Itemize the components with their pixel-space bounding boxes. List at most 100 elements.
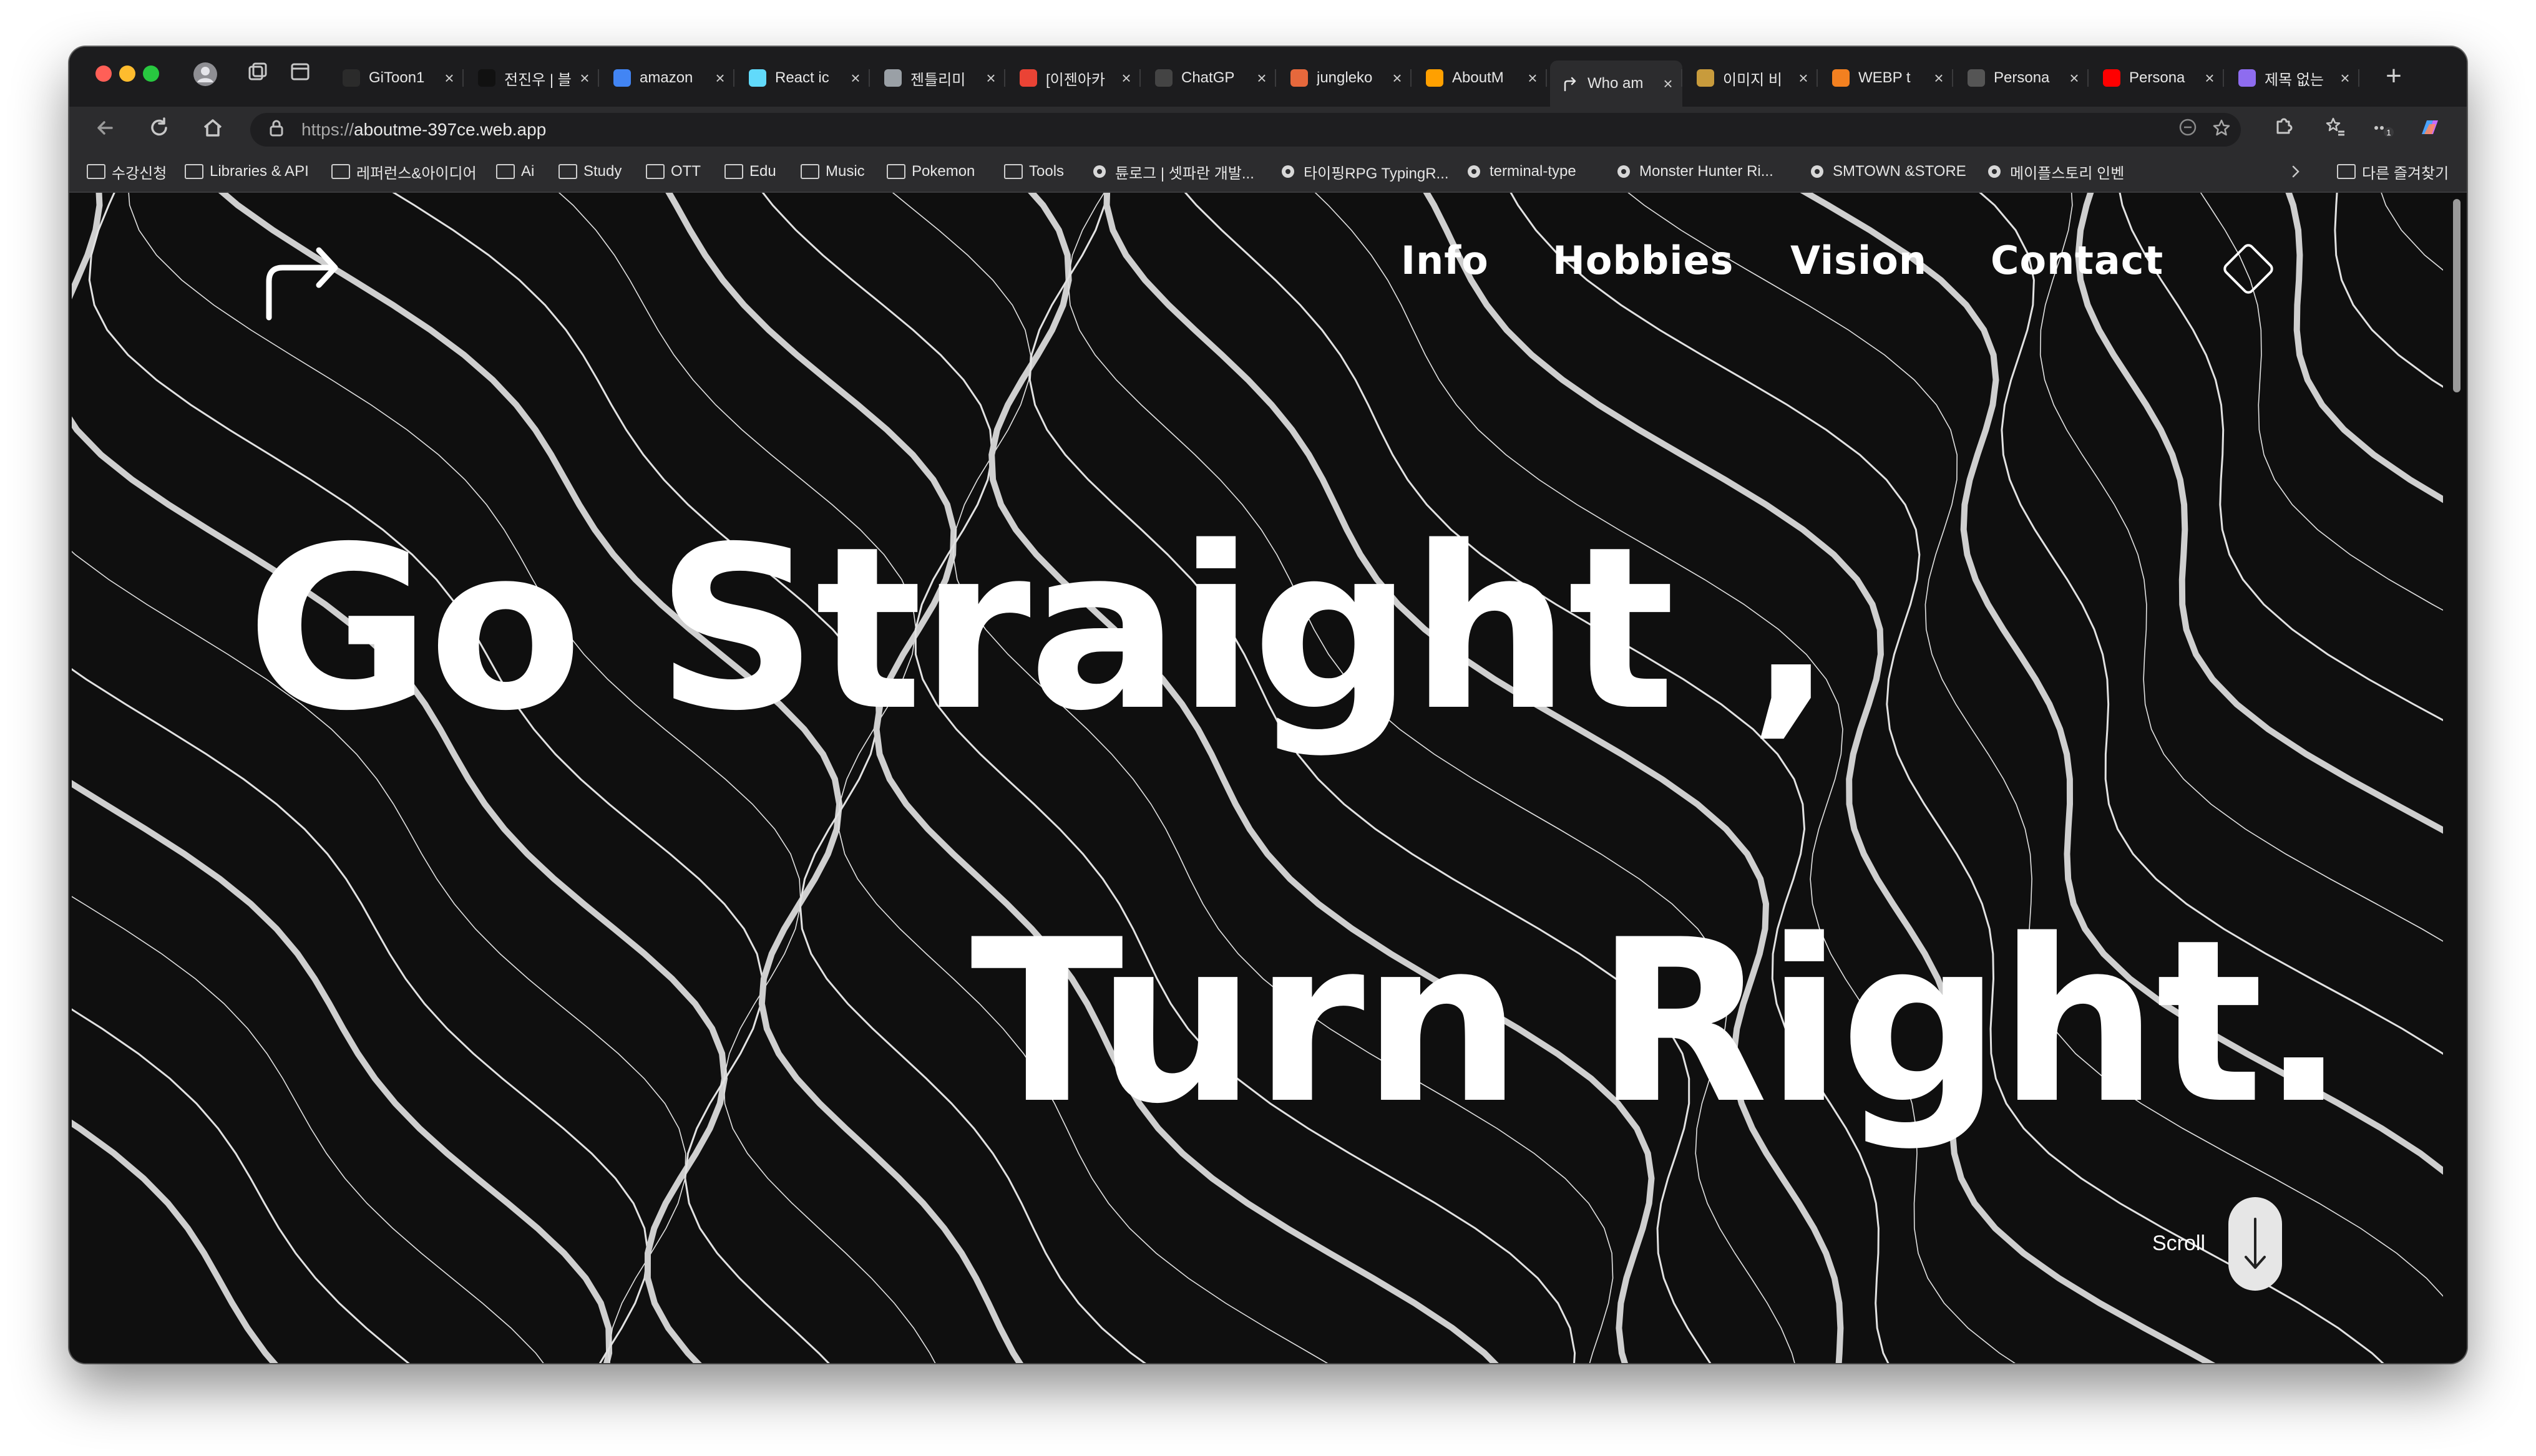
minimize-window-button[interactable]: [119, 66, 135, 82]
tab-2[interactable]: 전진우 | 블 ×: [467, 61, 599, 95]
other-bookmarks-folder[interactable]: 다른 즐겨찾기: [2337, 152, 2449, 192]
close-tab-icon[interactable]: ×: [1659, 74, 1677, 94]
reload-icon[interactable]: [145, 115, 173, 143]
close-tab-icon[interactable]: ×: [982, 69, 1000, 88]
nav-vision-link[interactable]: Vision: [1790, 238, 1927, 283]
gmail-icon: [1020, 69, 1037, 87]
tab-divider: [869, 69, 870, 87]
tab-divider: [1681, 69, 1682, 87]
tab-divider: [598, 69, 599, 87]
tab-11[interactable]: 이미지 비 ×: [1685, 61, 1818, 95]
home-icon[interactable]: [199, 115, 227, 143]
close-window-button[interactable]: [95, 66, 112, 82]
workspaces-icon[interactable]: [245, 62, 270, 87]
bookmark-item[interactable]: Edu: [724, 152, 776, 192]
bookmark-item[interactable]: Monster Hunter Ri...: [1614, 152, 1773, 192]
bookmark-item[interactable]: Music: [801, 152, 865, 192]
bookmark-item[interactable]: 메이플스토리 인벤: [1985, 152, 2124, 192]
site-info-icon[interactable]: [269, 119, 288, 141]
tab-3[interactable]: amazon ×: [602, 61, 734, 95]
tab-12[interactable]: WEBP t ×: [1821, 61, 1953, 95]
contour-line: [1979, 193, 2443, 1055]
tab-6[interactable]: [이젠아카 ×: [1008, 61, 1141, 95]
nav-info-link[interactable]: Info: [1401, 238, 1489, 283]
tab-divider: [2223, 69, 2224, 87]
bookmark-item[interactable]: Tools: [1004, 152, 1064, 192]
folder-icon: [1004, 162, 1023, 181]
tab-4[interactable]: React ic ×: [738, 61, 870, 95]
close-tab-icon[interactable]: ×: [440, 69, 459, 88]
close-tab-icon[interactable]: ×: [711, 69, 729, 88]
close-tab-icon[interactable]: ×: [1929, 69, 1948, 88]
tab-title: 이미지 비: [1723, 71, 1782, 89]
favorite-star-icon[interactable]: [2210, 118, 2233, 142]
maximize-window-button[interactable]: [143, 66, 159, 82]
tab-bar: GiToon1 × 전진우 | 블 × amazon × React ic × 젠틀리미 × [이젠…: [69, 47, 2467, 107]
tab-14[interactable]: Persona ×: [2092, 61, 2224, 95]
close-tab-icon[interactable]: ×: [2065, 69, 2084, 88]
tab-divider: [733, 69, 734, 87]
back-icon[interactable]: [92, 115, 119, 143]
hero-line-2: Turn Right.: [970, 891, 2346, 1153]
nav-contact-link[interactable]: Contact: [1991, 238, 2163, 283]
tab-8[interactable]: jungleko ×: [1279, 61, 1412, 95]
svg-text:1: 1: [2386, 128, 2391, 137]
profile-icon[interactable]: [193, 62, 218, 87]
scroll-down-button[interactable]: [2228, 1197, 2282, 1291]
tab-9[interactable]: AboutM ×: [1415, 61, 1547, 95]
bookmark-item[interactable]: Ai: [496, 152, 534, 192]
bookmark-item[interactable]: Libraries & API: [185, 152, 309, 192]
address-bar[interactable]: https://aboutme-397ce.web.app: [250, 113, 2241, 147]
bookmark-item[interactable]: 수강신청: [87, 152, 167, 192]
bookmark-item[interactable]: OTT: [646, 152, 701, 192]
nav-hobbies-link[interactable]: Hobbies: [1553, 238, 1734, 283]
close-tab-icon[interactable]: ×: [2336, 69, 2354, 88]
close-tab-icon[interactable]: ×: [1523, 69, 1542, 88]
bookmark-item[interactable]: 타이핑RPG TypingR...: [1279, 152, 1449, 192]
tab-title: WEBP t: [1858, 69, 1911, 86]
copilot-icon[interactable]: [2416, 115, 2443, 143]
tab-divider: [1410, 69, 1412, 87]
contour-line: [218, 193, 1023, 1363]
tab-title: ChatGP: [1181, 69, 1235, 86]
tab-15[interactable]: 제목 없는 ×: [2227, 61, 2359, 95]
bookmark-item[interactable]: 레퍼런스&아이디어: [331, 152, 477, 192]
close-tab-icon[interactable]: ×: [1388, 69, 1407, 88]
new-tab-button[interactable]: +: [2378, 61, 2409, 92]
close-tab-icon[interactable]: ×: [1117, 69, 1136, 88]
close-tab-icon[interactable]: ×: [1794, 69, 1813, 88]
tab-13[interactable]: Persona ×: [1956, 61, 2089, 95]
bookmark-label: Pokemon: [912, 163, 975, 180]
tab-divider: [1817, 69, 1818, 87]
tab-10[interactable]: Who am ×: [1550, 61, 1682, 107]
reader-icon[interactable]: [2176, 118, 2200, 142]
bookmark-label: Study: [583, 163, 622, 180]
tab-7[interactable]: ChatGP ×: [1144, 61, 1276, 95]
bookmark-label: OTT: [671, 163, 701, 180]
tab-title: 젠틀리미: [910, 71, 966, 89]
favorites-icon[interactable]: [2322, 115, 2349, 143]
extensions-icon[interactable]: [2270, 115, 2297, 143]
close-tab-icon[interactable]: ×: [1252, 69, 1271, 88]
bookmark-item[interactable]: Study: [558, 152, 622, 192]
bookmark-item[interactable]: terminal-type: [1465, 152, 1576, 192]
image-icon: [1697, 69, 1714, 87]
more-menu-icon[interactable]: 1: [2369, 115, 2397, 143]
sidebar-toggle-icon[interactable]: [288, 62, 313, 87]
tab-1[interactable]: GiToon1 ×: [331, 61, 464, 95]
bookmark-label: Edu: [749, 163, 776, 180]
github-icon: [343, 69, 360, 87]
close-tab-icon[interactable]: ×: [575, 69, 594, 88]
folder-icon: [185, 162, 203, 181]
bookmark-item[interactable]: Pokemon: [887, 152, 975, 192]
turn-right-logo-icon[interactable]: [259, 236, 353, 324]
close-tab-icon[interactable]: ×: [2200, 69, 2219, 88]
bookmark-item[interactable]: 튠로그 | 셋파란 개발...: [1090, 152, 1254, 192]
bookmark-item[interactable]: SMTOWN &STORE: [1808, 152, 1966, 192]
bookmark-label: 메이플스토리 인벤: [2010, 165, 2125, 182]
tab-divider: [2358, 69, 2359, 87]
close-tab-icon[interactable]: ×: [846, 69, 865, 88]
tab-5[interactable]: 젠틀리미 ×: [873, 61, 1005, 95]
bookmarks-overflow-icon[interactable]: [2288, 152, 2303, 192]
page-scrollbar-thumb[interactable]: [2453, 199, 2460, 392]
